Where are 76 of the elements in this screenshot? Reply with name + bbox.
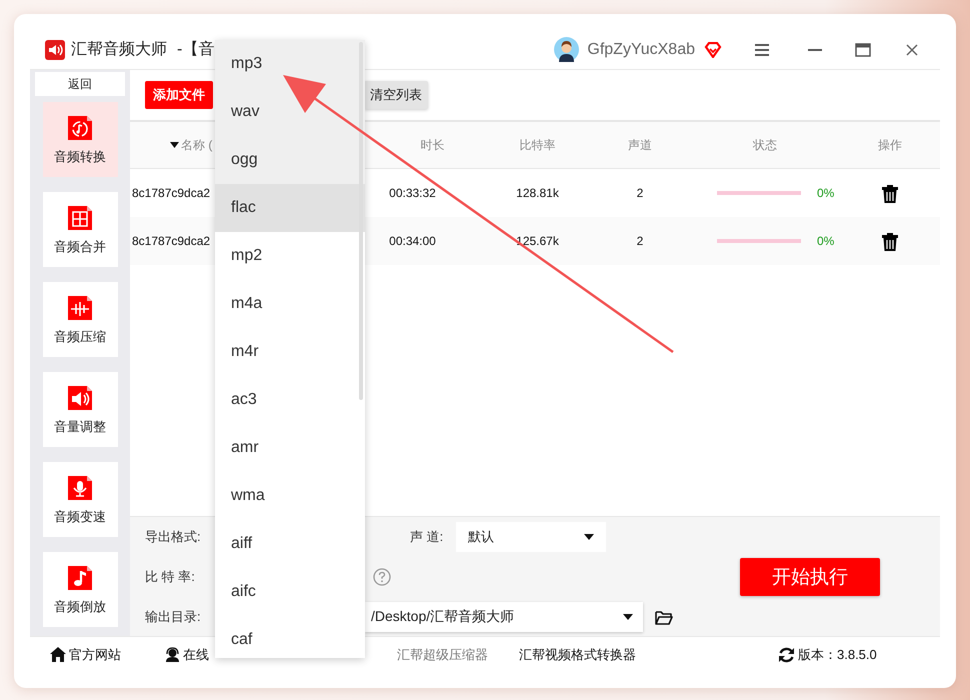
- minimize-icon[interactable]: [808, 48, 822, 50]
- folder-icon[interactable]: [655, 610, 673, 624]
- bitrate: 128.81k: [515, 186, 560, 200]
- maximize-icon[interactable]: [855, 42, 871, 56]
- window-title: -【音: [177, 40, 214, 60]
- format-option[interactable]: caf: [215, 616, 365, 658]
- bitrate: 125.67k: [515, 234, 560, 248]
- avatar-icon[interactable]: [554, 37, 580, 62]
- caret-icon: [584, 534, 594, 540]
- sidebar-item[interactable]: 音频合并: [42, 192, 118, 267]
- column-header: 比特率: [518, 136, 556, 154]
- trash-icon[interactable]: [882, 232, 898, 250]
- file-name: 8c1787c9dca2: [131, 186, 212, 200]
- file-name: 8c1787c9dca2: [131, 234, 212, 248]
- sort-caret-icon[interactable]: [170, 142, 179, 148]
- app-logo-icon: [45, 40, 65, 60]
- duration: 00:34:00: [388, 234, 437, 248]
- sidebar-item[interactable]: 音频倒放: [42, 552, 118, 627]
- format-option[interactable]: wav: [215, 88, 365, 136]
- home-icon: [50, 647, 66, 662]
- sidebar-item[interactable]: 音频压缩: [42, 282, 118, 357]
- support-link[interactable]: 在线: [183, 646, 209, 664]
- version-text: 版本：3.8.5.0: [798, 646, 877, 664]
- convert-icon: [66, 114, 94, 142]
- format-option[interactable]: flac: [215, 184, 365, 232]
- vip-diamond-icon[interactable]: [704, 42, 722, 58]
- channel-label: 声 道:: [410, 528, 444, 546]
- caret-icon: [623, 614, 633, 620]
- column-header: 状态: [752, 136, 778, 154]
- website-link[interactable]: 官方网站: [69, 646, 121, 664]
- headset-icon: [165, 647, 180, 662]
- format-option[interactable]: aiff: [215, 520, 365, 568]
- column-header: 操作: [877, 136, 903, 154]
- sidebar-item[interactable]: 音频转换: [42, 102, 118, 177]
- format-label: 导出格式:: [145, 528, 202, 546]
- output-path-dropdown[interactable]: /Desktop/汇帮音频大师: [365, 602, 643, 632]
- channel-count: 2: [636, 234, 644, 248]
- format-option[interactable]: m4r: [215, 328, 365, 376]
- close-icon[interactable]: [906, 44, 918, 56]
- refresh-icon[interactable]: [778, 646, 795, 662]
- format-option[interactable]: ogg: [215, 136, 365, 184]
- column-header: 时长: [420, 136, 446, 154]
- speaker-icon: [66, 384, 94, 412]
- bitrate-label: 比 特 率:: [145, 568, 196, 586]
- output-label: 输出目录:: [145, 608, 202, 626]
- channel-count: 2: [636, 186, 644, 200]
- app-name: 汇帮音频大师: [71, 40, 167, 60]
- trash-icon[interactable]: [882, 184, 898, 202]
- format-option[interactable]: amr: [215, 424, 365, 472]
- merge-icon: [66, 204, 94, 232]
- format-option[interactable]: aifc: [215, 568, 365, 616]
- format-option[interactable]: m4a: [215, 280, 365, 328]
- channel-dropdown[interactable]: 默认: [456, 522, 606, 552]
- start-button[interactable]: 开始执行: [740, 558, 880, 596]
- add-files-button[interactable]: 添加文件: [145, 81, 213, 109]
- menu-icon[interactable]: [755, 44, 769, 56]
- column-header: 声道: [627, 136, 653, 154]
- duration: 00:33:32: [388, 186, 437, 200]
- clear-list-button[interactable]: 清空列表: [364, 81, 428, 109]
- sidebar-item[interactable]: 音频变速: [42, 462, 118, 537]
- microphone-icon: [66, 474, 94, 502]
- compressor-link[interactable]: 汇帮超级压缩器: [397, 646, 488, 664]
- video-converter-link[interactable]: 汇帮视频格式转换器: [519, 646, 636, 664]
- help-icon[interactable]: [373, 568, 391, 586]
- scrollbar[interactable]: [359, 42, 363, 400]
- format-option[interactable]: ac3: [215, 376, 365, 424]
- sidebar-item[interactable]: 音量调整: [42, 372, 118, 447]
- compress-icon: [66, 294, 94, 322]
- music-note-icon: [66, 564, 94, 592]
- format-option[interactable]: mp3: [215, 40, 365, 88]
- username: GfpZyYucX8ab: [587, 40, 695, 58]
- progress-percent: 0%: [817, 186, 834, 200]
- back-button[interactable]: 返回: [35, 72, 125, 96]
- progress-percent: 0%: [817, 234, 834, 248]
- format-option[interactable]: wma: [215, 472, 365, 520]
- format-option[interactable]: mp2: [215, 232, 365, 280]
